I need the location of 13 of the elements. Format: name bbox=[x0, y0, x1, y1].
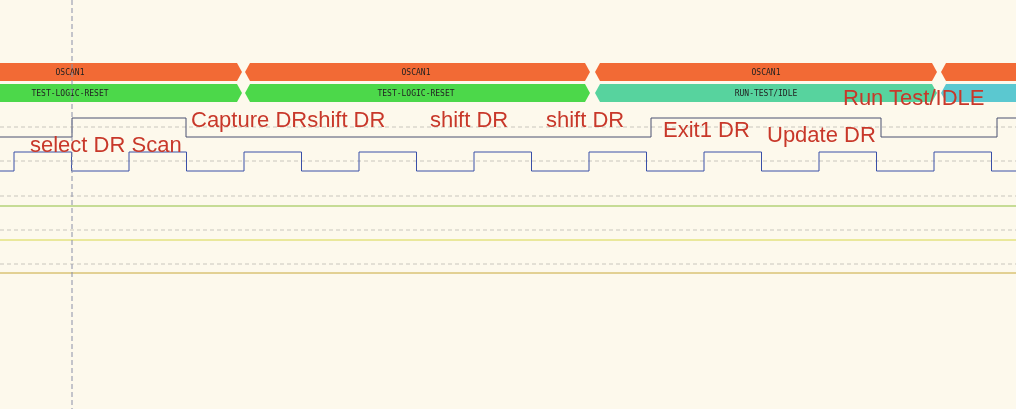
segment-label: TEST-LOGIC-RESET bbox=[377, 89, 455, 98]
cursor-line[interactable] bbox=[71, 0, 73, 409]
segment-label: RUN-TEST/IDLE bbox=[734, 89, 798, 98]
annotation-text: shift DR bbox=[546, 107, 625, 133]
annotation-text: select DR Scan bbox=[30, 132, 182, 158]
annotation-text: shift DR bbox=[430, 107, 509, 133]
segment-label: OSCAN1 bbox=[751, 68, 781, 77]
segment-label: OSCAN1 bbox=[401, 68, 431, 77]
annotation-text: Capture DRshift DR bbox=[191, 107, 386, 133]
annotation-text: Exit1 DR bbox=[663, 117, 750, 143]
segment-label: OSCAN1 bbox=[55, 68, 85, 77]
annotation-text: Update DR bbox=[767, 122, 876, 148]
segment-label: TEST-LOGIC-RESET bbox=[31, 89, 109, 98]
